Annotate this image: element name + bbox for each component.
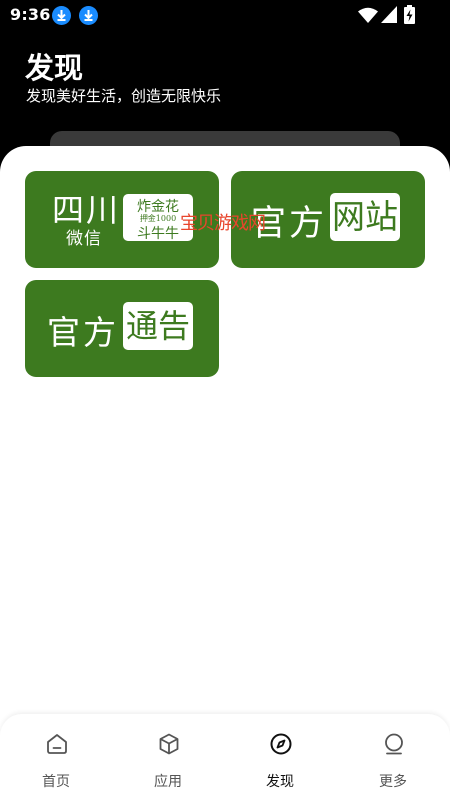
nav-label: 应用 (154, 774, 182, 790)
nav-label: 发现 (266, 774, 294, 790)
tile-label-box: 网站 (330, 193, 400, 241)
bottom-nav: 首页 应用 发现 更多 (0, 714, 450, 800)
nav-item-discover[interactable]: 发现 (224, 714, 336, 800)
wifi-icon (358, 7, 378, 23)
nav-item-more[interactable]: 更多 (337, 714, 449, 800)
nav-label: 首页 (42, 774, 70, 790)
nav-label: 更多 (379, 774, 407, 790)
status-bar: 9:36 (0, 0, 450, 32)
nav-item-apps[interactable]: 应用 (112, 714, 224, 800)
page-title: 发现 (25, 51, 84, 85)
official-notice-tile[interactable]: 官方 通告 (25, 280, 219, 377)
more-icon (385, 733, 403, 755)
tile-label-box: 通告 (123, 302, 193, 350)
home-icon (47, 734, 67, 754)
tile-subtitle: 微信 (66, 229, 102, 249)
download-icon (79, 6, 98, 25)
compass-icon (270, 733, 292, 755)
battery-charging-icon (404, 5, 415, 24)
tile-title: 官方 (47, 313, 119, 352)
download-icon (52, 6, 71, 25)
watermark: 宝贝游戏网 (180, 213, 266, 234)
page-subtitle: 发现美好生活，创造无限快乐 (26, 87, 222, 105)
nav-item-home[interactable]: 首页 (0, 714, 112, 800)
status-time: 9:36 (10, 5, 51, 24)
cube-icon (159, 733, 179, 755)
signal-icon (381, 6, 397, 23)
